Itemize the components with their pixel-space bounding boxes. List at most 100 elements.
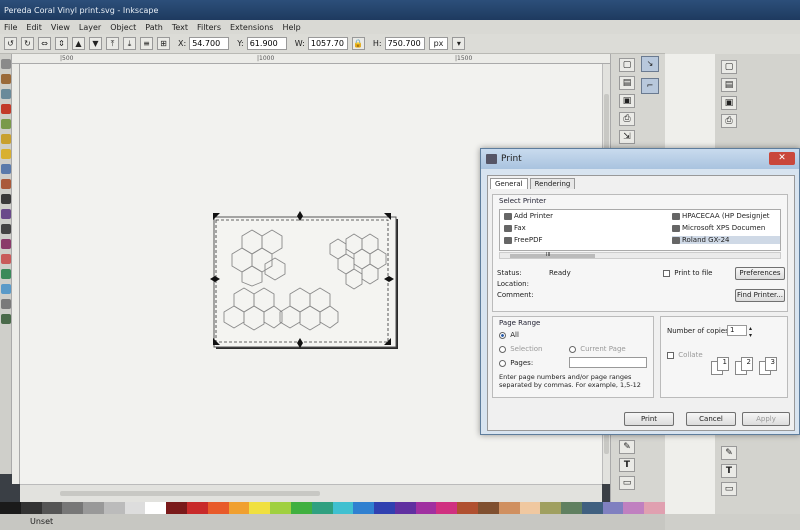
palette-swatch[interactable] bbox=[124, 502, 146, 514]
printer-xps[interactable]: Microsoft XPS Documen bbox=[672, 224, 765, 232]
palette-swatch[interactable] bbox=[581, 502, 603, 514]
palette-swatch[interactable] bbox=[436, 502, 458, 514]
raise-top-icon[interactable]: ⤒ bbox=[106, 37, 119, 50]
menu-layer[interactable]: Layer bbox=[79, 23, 101, 32]
tab-rendering[interactable]: Rendering bbox=[529, 178, 576, 189]
y-input[interactable] bbox=[246, 37, 287, 50]
palette-swatch[interactable] bbox=[540, 502, 562, 514]
flip-horizontal-icon[interactable]: ⇔ bbox=[38, 37, 51, 50]
palette-swatch[interactable] bbox=[498, 502, 520, 514]
printer-hp-designjet[interactable]: HPACECAA (HP Designjet bbox=[672, 212, 770, 220]
tab-general[interactable]: General bbox=[490, 178, 528, 189]
menu-view[interactable]: View bbox=[51, 23, 70, 32]
layers-icon[interactable]: ▭ bbox=[721, 482, 737, 496]
save-icon[interactable]: ▣ bbox=[721, 96, 737, 110]
palette-swatch[interactable] bbox=[145, 502, 167, 514]
menu-help[interactable]: Help bbox=[282, 23, 300, 32]
calligraphy-tool-icon[interactable] bbox=[1, 209, 11, 219]
palette-swatch[interactable] bbox=[207, 502, 229, 514]
palette-swatch[interactable] bbox=[374, 502, 395, 514]
spiral-tool-icon[interactable] bbox=[1, 164, 11, 174]
palette-swatch[interactable] bbox=[62, 502, 84, 514]
layers-icon[interactable]: ▭ bbox=[619, 476, 635, 490]
rotate-cw-icon[interactable]: ↻ bbox=[21, 37, 34, 50]
print-dialog-titlebar[interactable]: Print ✕ bbox=[481, 149, 799, 169]
text-editor-icon[interactable]: T bbox=[619, 458, 635, 472]
star-tool-icon[interactable] bbox=[1, 149, 11, 159]
radio-button[interactable] bbox=[499, 331, 506, 339]
palette-swatch[interactable] bbox=[623, 502, 645, 514]
node-tool-icon[interactable] bbox=[1, 74, 11, 84]
horizontal-scrollbar[interactable] bbox=[20, 484, 602, 502]
spray-tool-icon[interactable] bbox=[1, 239, 11, 249]
chevron-down-icon[interactable]: ▾ bbox=[452, 37, 466, 50]
rect-tool-icon[interactable] bbox=[1, 104, 11, 114]
radio-button[interactable] bbox=[499, 359, 506, 367]
menu-file[interactable]: File bbox=[4, 23, 17, 32]
ellipse-tool-icon[interactable] bbox=[1, 134, 11, 144]
new-document-icon[interactable]: ▢ bbox=[619, 58, 635, 72]
printer-list-scroll-thumb[interactable]: III bbox=[510, 252, 595, 258]
palette-swatch[interactable] bbox=[290, 502, 312, 514]
snap-bbox-icon[interactable]: ⌐ bbox=[641, 78, 659, 94]
copies-spinner[interactable]: 1 bbox=[727, 325, 747, 336]
printer-list[interactable]: Add Printer Fax FreePDF HPACECAA (HP Des… bbox=[499, 209, 781, 251]
import-icon[interactable]: ⇲ bbox=[619, 130, 635, 144]
pages-input[interactable] bbox=[569, 357, 647, 368]
apply-button[interactable]: Apply bbox=[742, 412, 790, 426]
palette-swatch[interactable] bbox=[457, 502, 478, 514]
lower-bottom-icon[interactable]: ⤓ bbox=[123, 37, 136, 50]
palette-swatch[interactable] bbox=[477, 502, 499, 514]
raise-icon[interactable]: ▲ bbox=[72, 37, 85, 50]
align-icon[interactable]: ≡ bbox=[140, 37, 153, 50]
print-icon[interactable]: ⎙ bbox=[721, 114, 737, 128]
palette-swatch[interactable] bbox=[228, 502, 250, 514]
palette-swatch[interactable] bbox=[249, 502, 271, 514]
cancel-button[interactable]: Cancel bbox=[686, 412, 736, 426]
palette-swatch[interactable] bbox=[103, 502, 125, 514]
palette-swatch[interactable] bbox=[187, 502, 208, 514]
palette-swatch[interactable] bbox=[644, 502, 665, 514]
palette-swatch[interactable] bbox=[353, 502, 375, 514]
printer-list-scrollbar[interactable]: III bbox=[499, 252, 781, 259]
transform-icon[interactable]: ⊞ bbox=[157, 37, 170, 50]
zoom-tool-icon[interactable] bbox=[1, 89, 11, 99]
text-editor-icon[interactable]: T bbox=[721, 464, 737, 478]
printer-roland[interactable]: Roland GX-24 bbox=[672, 236, 780, 244]
palette-swatch[interactable] bbox=[311, 502, 333, 514]
printer-add-printer[interactable]: Add Printer bbox=[504, 212, 553, 220]
palette-swatch[interactable] bbox=[41, 502, 63, 514]
spinner-arrows-icon[interactable]: ▴ ▾ bbox=[749, 325, 752, 339]
palette-swatch[interactable] bbox=[332, 502, 354, 514]
printer-fax[interactable]: Fax bbox=[504, 224, 526, 232]
pencil-tool-icon[interactable] bbox=[1, 179, 11, 189]
range-current-radio[interactable]: Current Page bbox=[569, 345, 626, 353]
unit-select[interactable]: px bbox=[428, 37, 449, 50]
range-all-radio[interactable]: All bbox=[499, 331, 519, 339]
snap-toggle-icon[interactable]: ↘ bbox=[641, 56, 659, 72]
save-icon[interactable]: ▣ bbox=[619, 94, 635, 108]
menu-filters[interactable]: Filters bbox=[197, 23, 221, 32]
palette-swatch[interactable] bbox=[561, 502, 582, 514]
print-to-file-checkbox[interactable]: Print to file bbox=[663, 269, 712, 277]
close-icon[interactable]: ✕ bbox=[769, 152, 795, 165]
3dbox-tool-icon[interactable] bbox=[1, 119, 11, 129]
palette-swatch[interactable] bbox=[394, 502, 416, 514]
palette-swatch[interactable] bbox=[166, 502, 188, 514]
xml-editor-icon[interactable]: ✎ bbox=[721, 446, 737, 460]
fill-tool-icon[interactable] bbox=[1, 269, 11, 279]
rotate-ccw-icon[interactable]: ↺ bbox=[4, 37, 17, 50]
menu-object[interactable]: Object bbox=[110, 23, 136, 32]
print-button[interactable]: Print bbox=[624, 412, 674, 426]
eraser-tool-icon[interactable] bbox=[1, 254, 11, 264]
menu-text[interactable]: Text bbox=[172, 23, 188, 32]
radio-button[interactable] bbox=[499, 345, 506, 353]
open-icon[interactable]: ▤ bbox=[619, 76, 635, 90]
gradient-tool-icon[interactable] bbox=[1, 284, 11, 294]
menu-extensions[interactable]: Extensions bbox=[230, 23, 273, 32]
palette-swatch[interactable] bbox=[519, 502, 541, 514]
x-input[interactable] bbox=[189, 37, 230, 50]
palette-swatch[interactable] bbox=[0, 502, 21, 514]
w-input[interactable] bbox=[307, 37, 348, 50]
palette-swatch[interactable] bbox=[415, 502, 437, 514]
